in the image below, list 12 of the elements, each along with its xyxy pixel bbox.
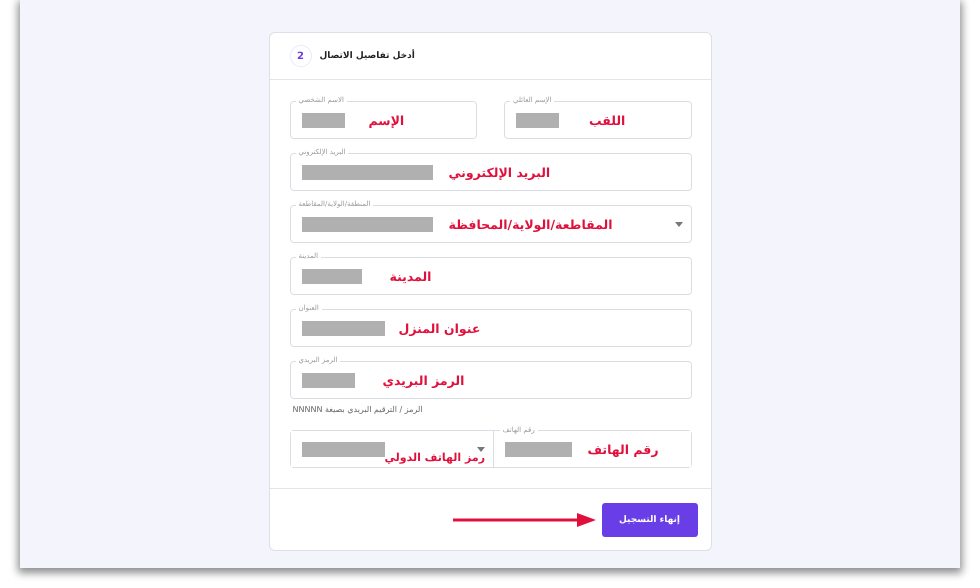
section-title: أدخل تفاصيل الاتصال bbox=[320, 51, 415, 61]
annotation-text: المدينة bbox=[390, 268, 432, 284]
annotation-text: الرمز البريدي bbox=[382, 372, 464, 388]
field-hint: الرمز / الترقيم البريدي بصيغة NNNNN bbox=[292, 405, 423, 414]
annotation-text: المقاطعة/الولاية/المحافظة bbox=[448, 216, 612, 232]
annotation-text: البريد الإلكتروني bbox=[448, 164, 550, 180]
dropdown-caret-icon bbox=[674, 222, 682, 227]
annotation-text: اللقب bbox=[589, 112, 626, 128]
finish-registration-button[interactable]: إنهاء التسجيل bbox=[602, 503, 698, 537]
annotation-text: عنوان المنزل bbox=[398, 320, 480, 336]
annotation-text: الإسم bbox=[368, 112, 404, 128]
step-number: 2 bbox=[290, 45, 312, 67]
